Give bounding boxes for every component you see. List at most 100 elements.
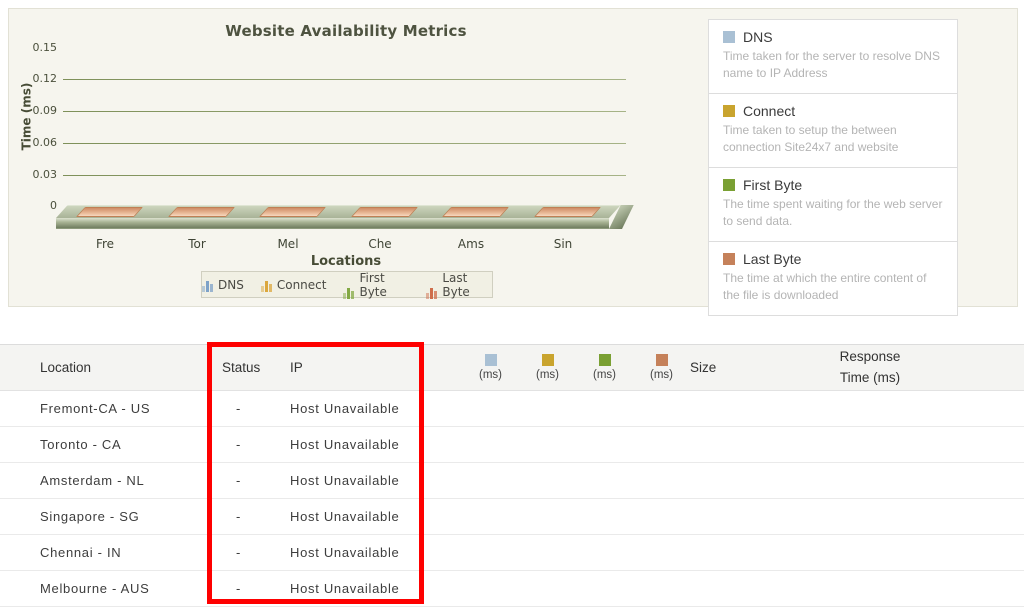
cell-last-byte xyxy=(633,499,690,535)
cell-status: - xyxy=(222,499,290,535)
gridline xyxy=(63,175,626,176)
table-row: Chennai - IN - Host Unavailable xyxy=(0,535,1024,571)
header-size: Size xyxy=(690,345,760,391)
connect-color-swatch-icon xyxy=(723,105,735,117)
cell-connect xyxy=(519,571,576,607)
card-title-row: Last Byte xyxy=(723,251,943,267)
card-title: First Byte xyxy=(743,177,802,193)
cell-size xyxy=(690,571,760,607)
table-row: Fremont-CA - US - Host Unavailable xyxy=(0,391,1024,427)
header-dns-ms: (ms) xyxy=(462,345,519,391)
y-tick: 0.03 xyxy=(9,168,57,182)
cell-ip: Host Unavailable xyxy=(290,391,462,427)
legend-item-connect[interactable]: Connect xyxy=(261,278,327,292)
last-byte-color-swatch-icon xyxy=(656,354,668,366)
legend-label: Connect xyxy=(277,278,327,292)
dns-color-swatch-icon xyxy=(485,354,497,366)
cell-filler xyxy=(980,391,1024,427)
cell-status: - xyxy=(222,463,290,499)
card-title: Last Byte xyxy=(743,251,801,267)
y-tick: 0.06 xyxy=(9,136,57,150)
chart-legend: DNS Connect First Byte Last Byte xyxy=(201,271,493,298)
availability-chart-panel: Website Availability Metrics Time (ms) 0… xyxy=(8,8,1018,307)
table-row: Amsterdam - NL - Host Unavailable xyxy=(0,463,1024,499)
cell-first-byte xyxy=(576,427,633,463)
cell-location: Amsterdam - NL xyxy=(0,463,222,499)
card-description: Time taken for the server to resolve DNS… xyxy=(723,48,943,82)
cell-ip: Host Unavailable xyxy=(290,535,462,571)
metric-info-cards: DNS Time taken for the server to resolve… xyxy=(708,19,958,316)
table-header-row: Location Status IP (ms) (ms) (ms) (ms) S… xyxy=(0,345,1024,391)
cell-response-time xyxy=(760,427,980,463)
table-row: Toronto - CA - Host Unavailable xyxy=(0,427,1024,463)
cell-size xyxy=(690,427,760,463)
card-title-row: First Byte xyxy=(723,177,943,193)
card-description: Time taken to setup the between connecti… xyxy=(723,122,943,156)
card-title-row: Connect xyxy=(723,103,943,119)
legend-item-last-byte[interactable]: Last Byte xyxy=(426,271,492,299)
cell-location: Singapore - SG xyxy=(0,499,222,535)
x-tick: Fre xyxy=(73,237,137,251)
ms-unit-label: (ms) xyxy=(536,369,559,381)
cell-response-time xyxy=(760,463,980,499)
bar-base-che xyxy=(351,207,418,217)
cell-first-byte xyxy=(576,571,633,607)
x-tick: Mel xyxy=(256,237,320,251)
legend-item-dns[interactable]: DNS xyxy=(202,278,244,292)
card-title: Connect xyxy=(743,103,795,119)
cell-response-time xyxy=(760,535,980,571)
x-tick: Ams xyxy=(439,237,503,251)
cell-dns xyxy=(462,535,519,571)
cell-status: - xyxy=(222,427,290,463)
cell-response-time xyxy=(760,391,980,427)
cell-size xyxy=(690,391,760,427)
last-byte-color-swatch-icon xyxy=(723,253,735,265)
card-description: The time at which the entire content of … xyxy=(723,270,943,304)
response-line2: Time (ms) xyxy=(760,368,980,389)
bar-base-sin xyxy=(534,207,601,217)
bar-base-tor xyxy=(168,207,235,217)
info-card-last-byte: Last Byte The time at which the entire c… xyxy=(708,241,958,316)
bar-base-fre xyxy=(76,207,143,217)
header-status: Status xyxy=(222,345,290,391)
cell-last-byte xyxy=(633,535,690,571)
cell-filler xyxy=(980,499,1024,535)
y-tick: 0.12 xyxy=(9,72,57,86)
cell-first-byte xyxy=(576,535,633,571)
cell-connect xyxy=(519,463,576,499)
cell-response-time xyxy=(760,571,980,607)
response-line1: Response xyxy=(760,347,980,368)
dns-color-swatch-icon xyxy=(723,31,735,43)
cell-size xyxy=(690,499,760,535)
card-description: The time spent waiting for the web serve… xyxy=(723,196,943,230)
table-row: Singapore - SG - Host Unavailable xyxy=(0,499,1024,535)
bar-base-ams xyxy=(442,207,509,217)
table-row: Melbourne - AUS - Host Unavailable xyxy=(0,571,1024,607)
location-results-table: Location Status IP (ms) (ms) (ms) (ms) S… xyxy=(0,344,1024,607)
cell-first-byte xyxy=(576,391,633,427)
cell-dns xyxy=(462,391,519,427)
legend-label: Last Byte xyxy=(442,271,492,299)
x-tick: Sin xyxy=(531,237,595,251)
cell-size xyxy=(690,535,760,571)
x-axis-label: Locations xyxy=(9,254,683,269)
gridline xyxy=(63,79,626,80)
legend-item-first-byte[interactable]: First Byte xyxy=(343,271,409,299)
cell-location: Chennai - IN xyxy=(0,535,222,571)
bar-base-mel xyxy=(259,207,326,217)
cell-connect xyxy=(519,499,576,535)
first-byte-color-swatch-icon xyxy=(599,354,611,366)
cell-dns xyxy=(462,499,519,535)
y-tick: 0.15 xyxy=(9,41,57,55)
info-card-connect: Connect Time taken to setup the between … xyxy=(708,93,958,168)
info-card-first-byte: First Byte The time spent waiting for th… xyxy=(708,167,958,242)
header-ip: IP xyxy=(290,345,462,391)
cell-location: Toronto - CA xyxy=(0,427,222,463)
header-filler xyxy=(980,345,1024,391)
cell-ip: Host Unavailable xyxy=(290,463,462,499)
cell-ip: Host Unavailable xyxy=(290,427,462,463)
bar-chart-icon xyxy=(202,281,213,292)
cell-dns xyxy=(462,427,519,463)
cell-location: Fremont-CA - US xyxy=(0,391,222,427)
header-last-byte-ms: (ms) xyxy=(633,345,690,391)
